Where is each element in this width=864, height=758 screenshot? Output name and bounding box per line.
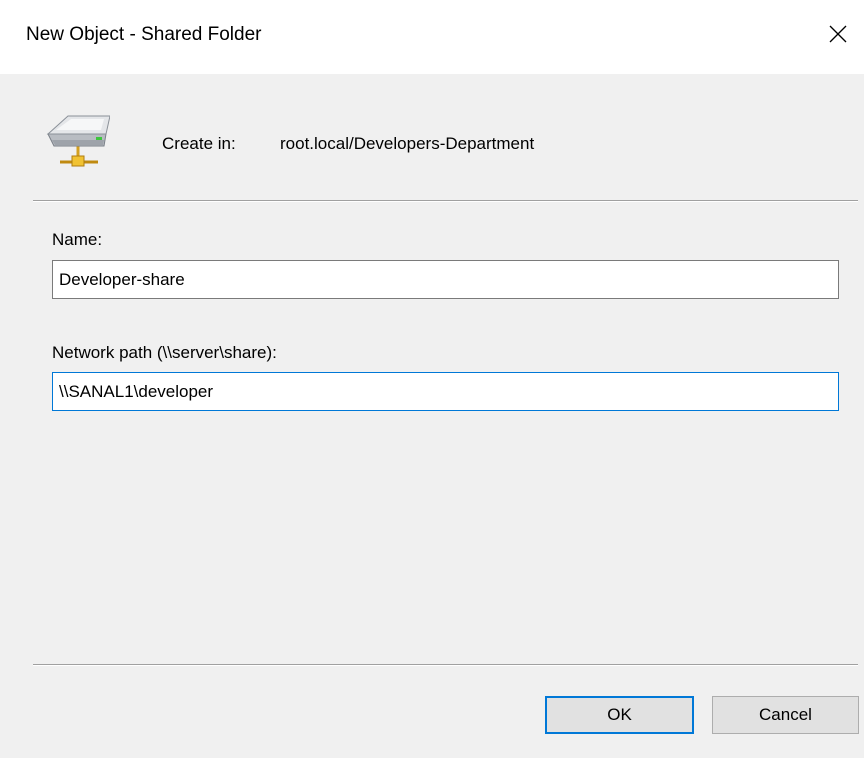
ok-button[interactable]: OK [545, 696, 694, 734]
name-label: Name: [52, 230, 103, 249]
cancel-button[interactable]: Cancel [712, 696, 859, 734]
close-icon [829, 25, 847, 43]
title-bar[interactable]: New Object - Shared Folder [0, 0, 864, 74]
network-path-input[interactable] [52, 372, 839, 411]
create-in-value: root.local/Developers-Department [280, 134, 535, 153]
network-path-label: Network path (\\server\share): [52, 343, 277, 362]
bottom-separator [33, 664, 858, 666]
window-title: New Object - Shared Folder [26, 24, 262, 45]
shared-folder-icon [46, 115, 110, 167]
close-button[interactable] [812, 8, 864, 60]
dialog-client-area: Create in: root.local/Developers-Departm… [0, 74, 864, 758]
dialog-window: New Object - Shared Folder Create in: ro… [0, 0, 864, 758]
name-input[interactable] [52, 260, 839, 299]
top-separator [33, 200, 858, 202]
create-in-label: Create in: [162, 134, 236, 153]
